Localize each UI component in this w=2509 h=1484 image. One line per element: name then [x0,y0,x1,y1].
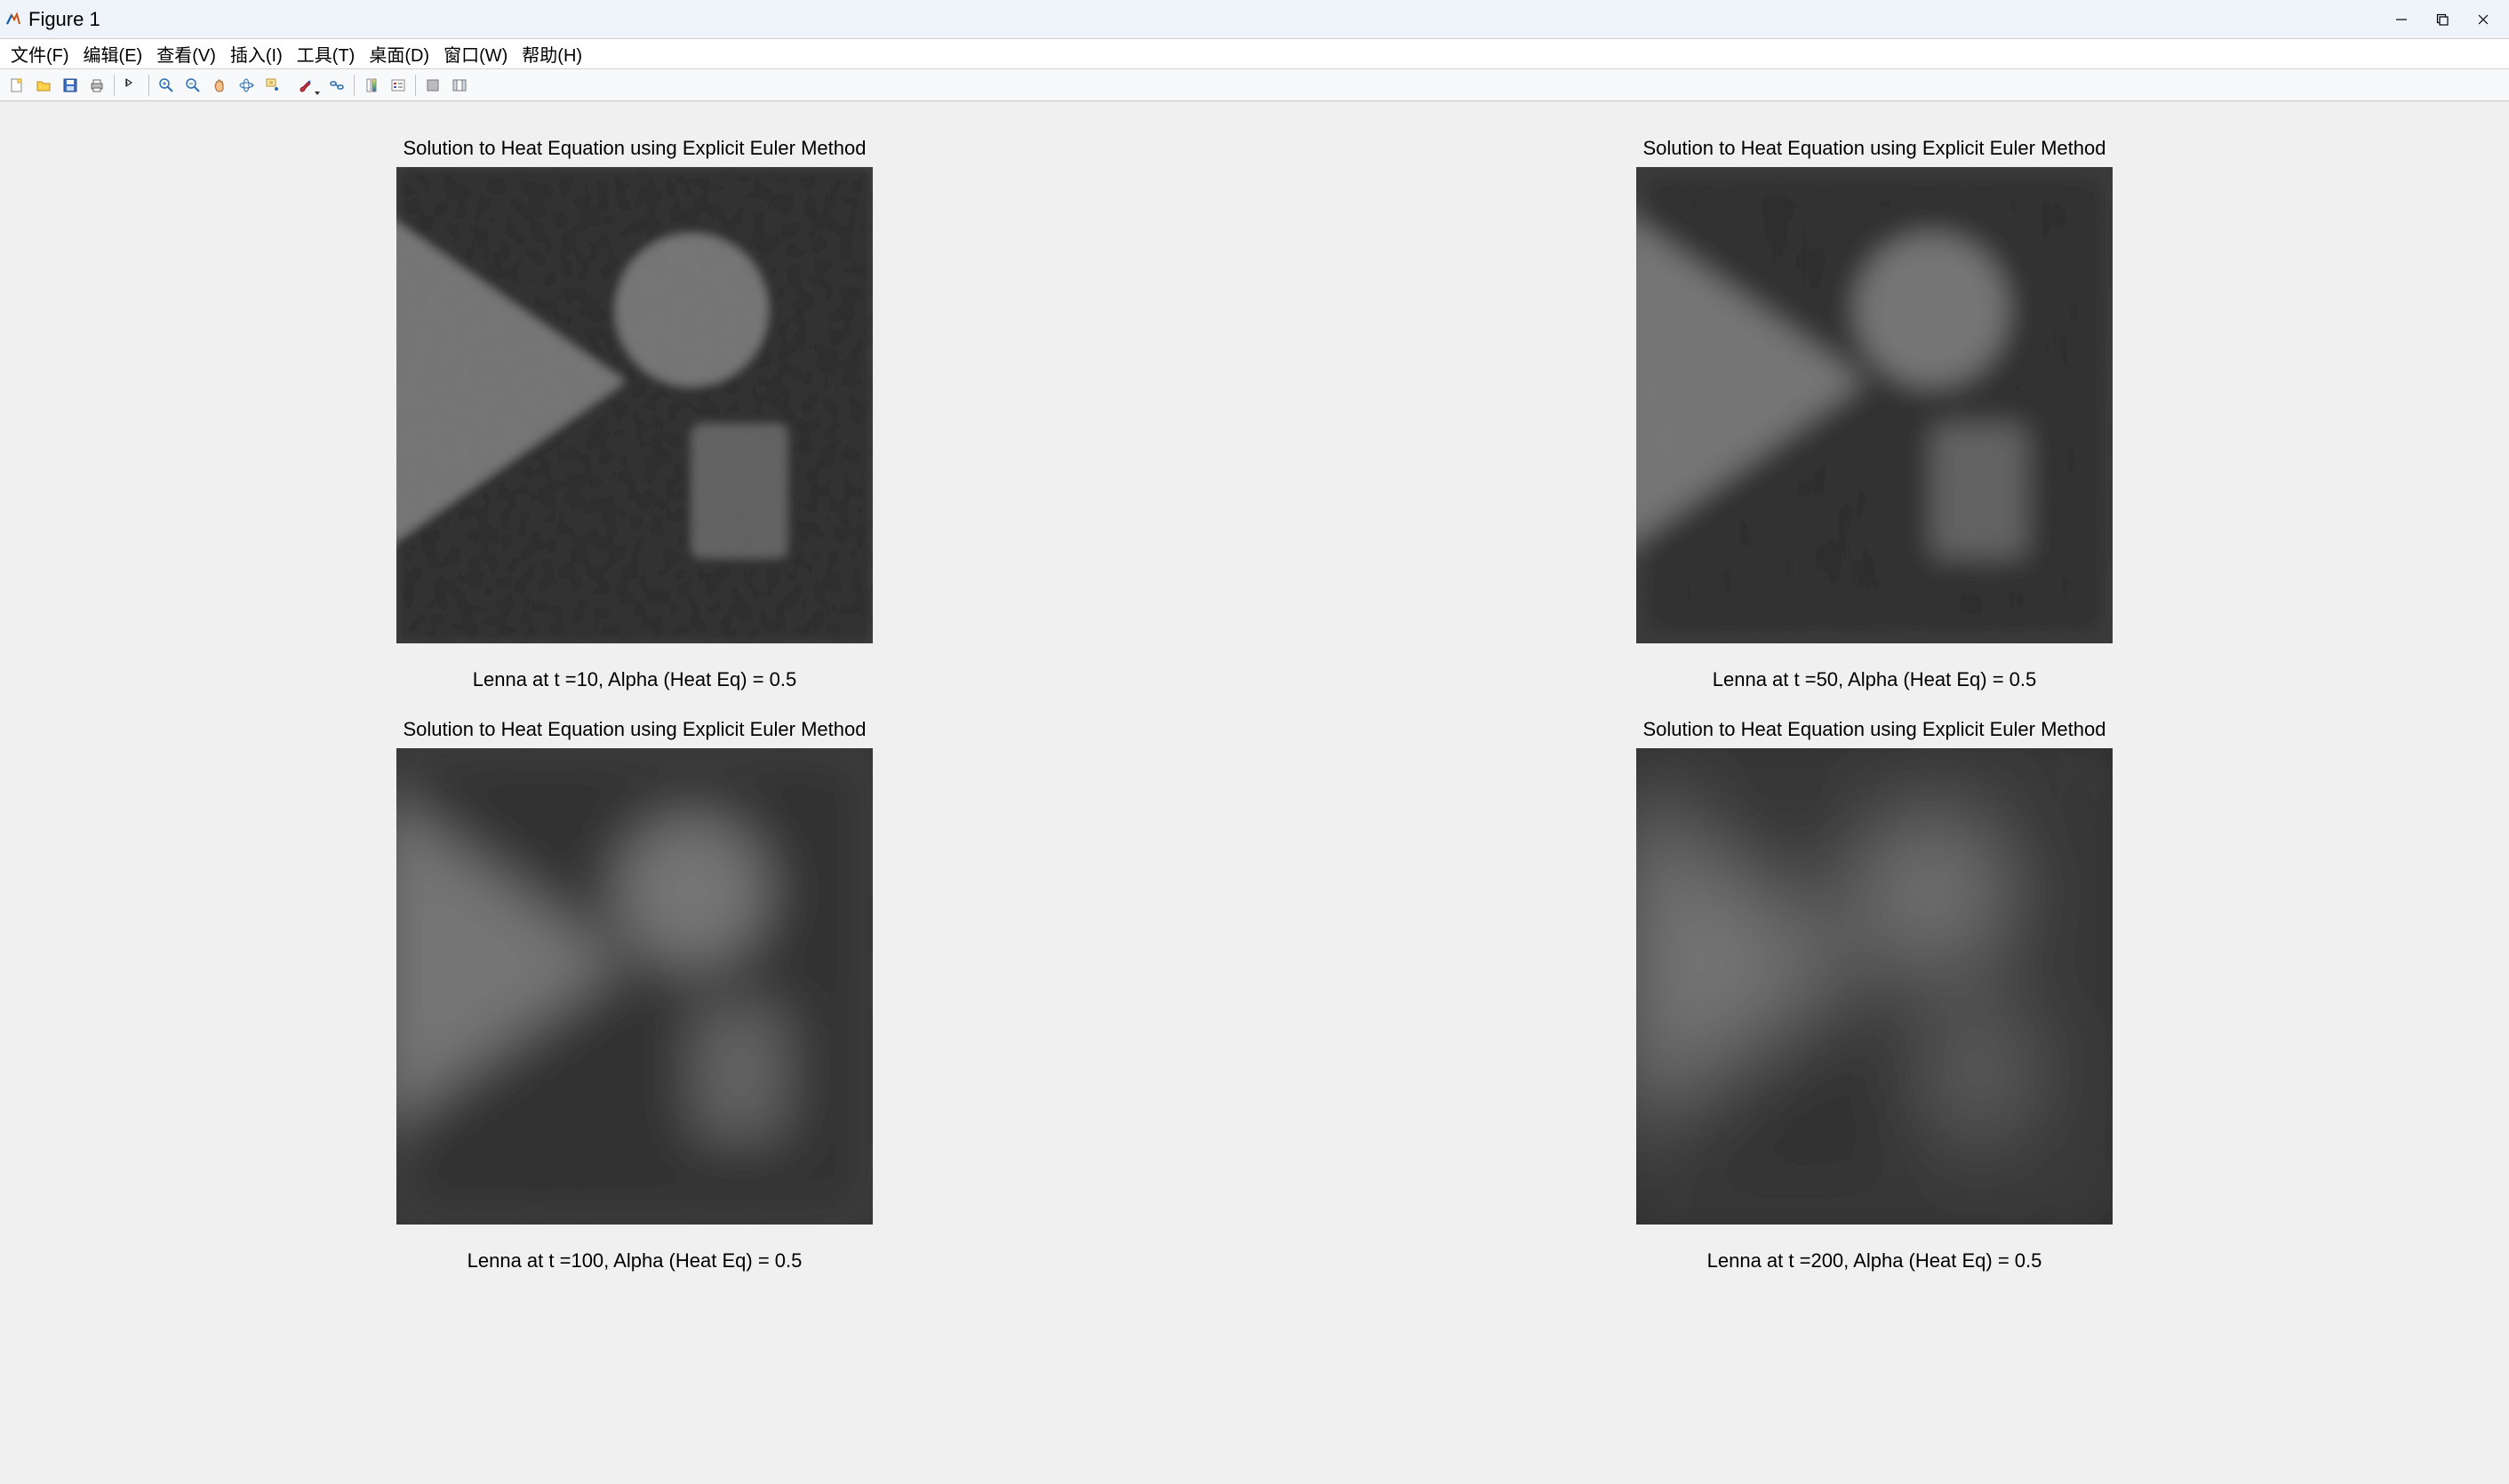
menu-file[interactable]: 文件(F) [4,39,76,68]
subplot-image [1636,167,2113,643]
new-figure-button[interactable] [4,73,29,98]
subplot-3: Solution to Heat Equation using Explicit… [28,718,1242,1273]
menu-insert[interactable]: 插入(I) [223,39,290,68]
link-data-button[interactable] [324,73,349,98]
menu-help[interactable]: 帮助(H) [515,39,589,68]
subplot-2: Solution to Heat Equation using Explicit… [1268,137,2481,691]
subplot-image [396,748,873,1225]
subplot-title: Solution to Heat Equation using Explicit… [404,718,867,741]
figure-canvas[interactable]: Solution to Heat Equation using Explicit… [0,101,2509,1484]
insert-colorbar-button[interactable] [359,73,384,98]
zoom-in-button[interactable] [154,73,179,98]
chevron-down-icon [315,92,320,95]
window-title: Figure 1 [28,8,100,31]
menubar: 文件(F) 编辑(E) 查看(V) 插入(I) 工具(T) 桌面(D) 窗口(W… [0,39,2509,69]
menu-desktop[interactable]: 桌面(D) [362,39,436,68]
toolbar-separator [354,75,355,96]
toolbar-separator [148,75,149,96]
menu-edit[interactable]: 编辑(E) [76,39,150,68]
subplot-4: Solution to Heat Equation using Explicit… [1268,718,2481,1273]
zoom-out-button[interactable] [180,73,205,98]
subplot-image [1636,748,2113,1225]
menu-view[interactable]: 查看(V) [149,39,223,68]
pan-button[interactable] [207,73,232,98]
subplot-xlabel: Lenna at t =10, Alpha (Heat Eq) = 0.5 [473,668,796,691]
figure-window: Figure 1 文件(F) 编辑(E) 查看(V) 插入(I) 工具(T) 桌… [0,0,2509,1484]
subplot-xlabel: Lenna at t =200, Alpha (Heat Eq) = 0.5 [1707,1249,2042,1273]
close-button[interactable] [2463,5,2504,34]
subplot-title: Solution to Heat Equation using Explicit… [1643,137,2106,160]
brush-button[interactable] [287,73,323,98]
minimize-button[interactable] [2381,5,2422,34]
subplot-title: Solution to Heat Equation using Explicit… [1643,718,2106,741]
print-button[interactable] [84,73,109,98]
toolbar-separator [415,75,416,96]
menu-tools[interactable]: 工具(T) [290,39,363,68]
maximize-button[interactable] [2422,5,2463,34]
subplot-grid: Solution to Heat Equation using Explicit… [28,137,2481,1273]
hide-plot-tools-button[interactable] [420,73,445,98]
edit-plot-button[interactable] [119,73,144,98]
subplot-xlabel: Lenna at t =100, Alpha (Heat Eq) = 0.5 [467,1249,803,1273]
rotate3d-button[interactable] [234,73,259,98]
subplot-xlabel: Lenna at t =50, Alpha (Heat Eq) = 0.5 [1713,668,2036,691]
titlebar: Figure 1 [0,0,2509,39]
subplot-image [396,167,873,643]
insert-legend-button[interactable] [386,73,411,98]
toolbar-separator [114,75,115,96]
save-button[interactable] [58,73,83,98]
show-plot-tools-button[interactable] [447,73,472,98]
open-button[interactable] [31,73,56,98]
menu-window[interactable]: 窗口(W) [436,39,515,68]
toolbar [0,69,2509,101]
matlab-figure-icon [5,12,21,28]
data-cursor-button[interactable] [260,73,285,98]
subplot-1: Solution to Heat Equation using Explicit… [28,137,1242,691]
subplot-title: Solution to Heat Equation using Explicit… [404,137,867,160]
